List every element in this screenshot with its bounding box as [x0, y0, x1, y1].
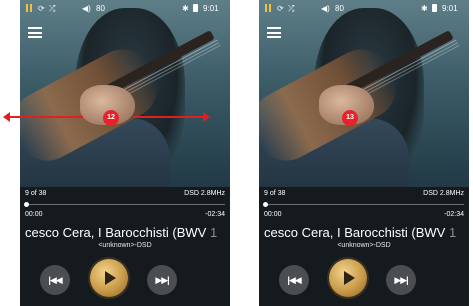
next-icon: ▶▶| [155, 274, 169, 285]
track-title-overflow: 1 [209, 225, 218, 240]
next-icon: ▶▶| [394, 274, 408, 285]
swipe-left-line [9, 116, 83, 118]
swipe-right-line [133, 116, 203, 118]
player-screen-after: ⟳ ⤮ ◀) 80 ✱ 9:01 13 9 of 38 DSD 2.8MHz 0… [259, 0, 469, 306]
volume-level: 80 [335, 4, 344, 13]
previous-button[interactable]: |◀◀ [279, 265, 309, 295]
artist-format: <unknown>-DSD [98, 242, 152, 249]
touch-badge: 13 [342, 110, 358, 126]
album-art[interactable] [20, 0, 230, 187]
remaining-time: -02:34 [444, 211, 464, 218]
clock: 9:01 [442, 4, 458, 13]
repeat-icon: ⟳ [277, 4, 284, 13]
shuffle-icon: ⤮ [288, 4, 295, 13]
seek-bar[interactable] [24, 202, 225, 207]
pause-icon [265, 4, 273, 15]
time-row: 00:00 -02:34 [25, 211, 225, 218]
battery-icon [193, 4, 198, 12]
previous-icon: |◀◀ [48, 274, 62, 285]
status-bar: ⟳ ⤮ ◀) 80 ✱ 9:01 [20, 0, 230, 18]
shuffle-icon: ⤮ [49, 4, 56, 13]
swipe-right-arrowhead [203, 112, 210, 122]
seek-bar[interactable] [263, 202, 464, 207]
track-title: cesco Cera, I Barocchisti (BWV 1 [259, 225, 469, 240]
previous-icon: |◀◀ [287, 274, 301, 285]
audio-format: DSD 2.8MHz [184, 190, 225, 197]
track-position: 9 of 38 [25, 190, 47, 197]
next-button[interactable]: ▶▶| [147, 265, 177, 295]
seek-knob[interactable] [263, 202, 268, 207]
track-title-text: cesco Cera, I Barocchisti (BWV [264, 225, 446, 240]
player-screen-before: ⟳ ⤮ ◀) 80 ✱ 9:01 12 9 of 38 DSD 2.8MHz 0… [20, 0, 230, 306]
battery-icon [432, 4, 437, 12]
volume-icon: ◀) [321, 4, 330, 13]
clock: 9:01 [203, 4, 219, 13]
elapsed-time: 00:00 [264, 211, 282, 218]
track-info-row: 9 of 38 DSD 2.8MHz [264, 190, 464, 197]
artist-format: <unknown>-DSD [337, 242, 391, 249]
track-title: cesco Cera, I Barocchisti (BWV 1 [20, 225, 230, 240]
track-title-text: cesco Cera, I Barocchisti (BWV [25, 225, 207, 240]
play-button[interactable] [329, 259, 367, 297]
menu-icon[interactable] [28, 27, 42, 38]
menu-icon[interactable] [267, 27, 281, 38]
track-info-panel: 9 of 38 DSD 2.8MHz 00:00 -02:34 cesco Ce… [259, 187, 469, 306]
time-row: 00:00 -02:34 [264, 211, 464, 218]
album-art[interactable] [259, 0, 469, 187]
track-title-overflow: 1 [448, 225, 457, 240]
track-info-panel: 9 of 38 DSD 2.8MHz 00:00 -02:34 cesco Ce… [20, 187, 230, 306]
previous-button[interactable]: |◀◀ [40, 265, 70, 295]
remaining-time: -02:34 [205, 211, 225, 218]
audio-format: DSD 2.8MHz [423, 190, 464, 197]
play-icon [105, 271, 116, 285]
next-button[interactable]: ▶▶| [386, 265, 416, 295]
elapsed-time: 00:00 [25, 211, 43, 218]
bluetooth-icon: ✱ [182, 4, 189, 13]
status-bar: ⟳ ⤮ ◀) 80 ✱ 9:01 [259, 0, 469, 18]
pause-icon [26, 4, 34, 15]
volume-level: 80 [96, 4, 105, 13]
track-position: 9 of 38 [264, 190, 286, 197]
repeat-icon: ⟳ [38, 4, 45, 13]
play-icon [344, 271, 355, 285]
seek-knob[interactable] [24, 202, 29, 207]
touch-badge: 12 [103, 110, 119, 126]
bluetooth-icon: ✱ [421, 4, 428, 13]
play-button[interactable] [90, 259, 128, 297]
track-info-row: 9 of 38 DSD 2.8MHz [25, 190, 225, 197]
volume-icon: ◀) [82, 4, 91, 13]
